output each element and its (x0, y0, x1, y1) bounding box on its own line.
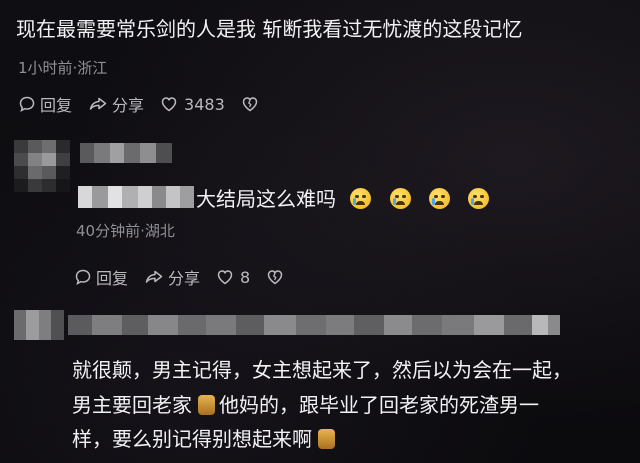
share-label: 分享 (112, 96, 145, 115)
share-arrow-icon (145, 270, 163, 283)
share-button[interactable]: 分享 (144, 265, 200, 289)
doge-sticker (318, 429, 335, 449)
broken-heart-icon (242, 97, 258, 112)
comment-text-line: 就很颠，男主记得，女主想起来了，然后以为会在一起， (72, 358, 572, 382)
comment-meta: 40分钟前·湖北 (76, 222, 175, 240)
share-arrow-icon (89, 97, 107, 110)
reply-bubble-icon (75, 269, 91, 285)
reply-bubble-icon (19, 96, 35, 112)
share-button[interactable]: 分享 (88, 92, 144, 116)
comment-meta: 1小时前·浙江 (18, 59, 108, 77)
reply-label: 回复 (96, 269, 129, 288)
dislike-button[interactable] (266, 268, 288, 286)
comment-text-segment: 样，要么别记得别想起来啊 (72, 427, 312, 451)
comment-text-line: 男主要回老家 他妈的，跟毕业了回老家的死渣男一 (72, 391, 539, 419)
crying-face-emoji (389, 188, 411, 209)
comment-actions: 回复 分享 3483 (18, 92, 279, 116)
heart-icon (217, 270, 233, 285)
comment-text-segment: 他妈的，跟毕业了回老家的死渣男一 (219, 393, 539, 417)
avatar[interactable] (14, 140, 70, 192)
comment-actions: 回复 分享 8 (74, 265, 304, 289)
username-blurred (68, 315, 572, 335)
comment-text-line: 样，要么别记得别想起来啊 (72, 425, 339, 453)
crying-face-emoji (429, 188, 451, 209)
doge-sticker (198, 395, 215, 415)
comment-text: 大结局这么难吗 (196, 185, 501, 213)
share-label: 分享 (168, 269, 201, 288)
broken-heart-icon (267, 270, 283, 285)
dislike-button[interactable] (241, 95, 263, 113)
reply-target-blurred (78, 186, 194, 208)
crying-face-emoji (350, 188, 372, 209)
reply-button[interactable]: 回复 (74, 265, 128, 289)
comment-text: 现在最需要常乐剑的人是我 斩断我看过无忧渡的这段记忆 (16, 17, 523, 41)
like-count: 3483 (184, 94, 225, 114)
comment-text-body: 大结局这么难吗 (196, 187, 336, 211)
like-button[interactable]: 8 (216, 268, 250, 287)
username-blurred (80, 143, 172, 163)
crying-face-emoji (468, 188, 490, 209)
like-count: 8 (240, 267, 251, 287)
reply-button[interactable]: 回复 (18, 92, 72, 116)
like-button[interactable]: 3483 (160, 95, 225, 114)
avatar[interactable] (14, 310, 64, 340)
reply-label: 回复 (40, 96, 73, 115)
comment-text-segment: 男主要回老家 (72, 393, 192, 417)
heart-icon (161, 97, 177, 112)
